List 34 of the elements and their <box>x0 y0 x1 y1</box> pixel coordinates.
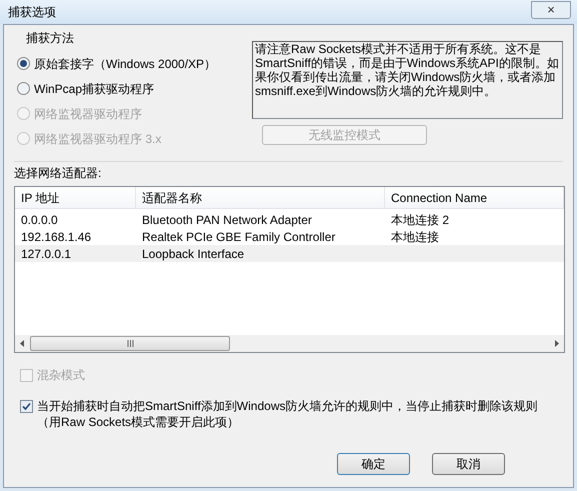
window-title: 捕获选项 <box>8 4 56 21</box>
scroll-right-icon[interactable] <box>554 340 559 347</box>
notice-text-box[interactable]: 请注意Raw Sockets模式并不适用于所有系统。这不是SmartSniff的错误，而是由于Windows系统API的限制。如果你仅看到传出流量，请关闭Windows防火墙，或者添加smsniff.exe到Windows防火墙的允许规则中。 <box>252 41 563 119</box>
adapter-row[interactable]: 127.0.0.1 Loopback Interface <box>15 245 564 262</box>
radio-button[interactable] <box>17 82 30 95</box>
table-cell-text: 本地连接 <box>390 228 440 246</box>
table-cell-text: Loopback Interface <box>141 246 246 262</box>
table-cell-text: Bluetooth PAN Network Adapter <box>141 212 313 228</box>
close-button[interactable]: × <box>531 1 571 19</box>
horizontal-scrollbar[interactable] <box>15 335 564 352</box>
dialog-button[interactable]: 确定 <box>337 453 410 475</box>
column-header[interactable]: Connection Name <box>385 187 564 208</box>
radio-label: 网络监视器驱动程序 3.x <box>34 130 162 148</box>
scrollbar-thumb[interactable] <box>30 336 230 351</box>
table-cell-text: 192.168.1.46 <box>20 228 92 246</box>
radio-label: WinPcap捕获驱动程序 <box>34 80 154 98</box>
table-cell-text: 127.0.0.1 <box>20 246 72 262</box>
checkbox-label: 当开始捕获时自动把SmartSniff添加到Windows防火墙允许的规则中，当停止捕获时删除该规则（用Raw Sockets模式需要开启此项） <box>37 398 538 430</box>
column-header[interactable]: 适配器名称 <box>136 187 385 208</box>
checkbox-label: 混杂模式 <box>37 367 85 383</box>
group-title: 捕获方法 <box>26 30 75 47</box>
radio-button[interactable] <box>17 57 30 70</box>
column-header[interactable]: IP 地址 <box>15 187 136 208</box>
adapter-list-label: 选择网络适配器: <box>14 165 102 182</box>
grip-icon <box>126 340 134 347</box>
check-icon <box>22 402 31 411</box>
radio-label: 原始套接字（Windows 2000/XP） <box>34 56 216 72</box>
checkbox[interactable] <box>20 400 33 413</box>
table-cell-text: Realtek PCIe GBE Family Controller <box>141 228 336 246</box>
scroll-left-icon[interactable] <box>20 340 25 347</box>
table-cell-text: 0.0.0.0 <box>20 212 59 228</box>
table-cell-text: 本地连接 2 <box>390 212 450 228</box>
dialog-button[interactable]: 取消 <box>432 453 505 475</box>
radio-label: 网络监视器驱动程序 <box>34 106 142 122</box>
